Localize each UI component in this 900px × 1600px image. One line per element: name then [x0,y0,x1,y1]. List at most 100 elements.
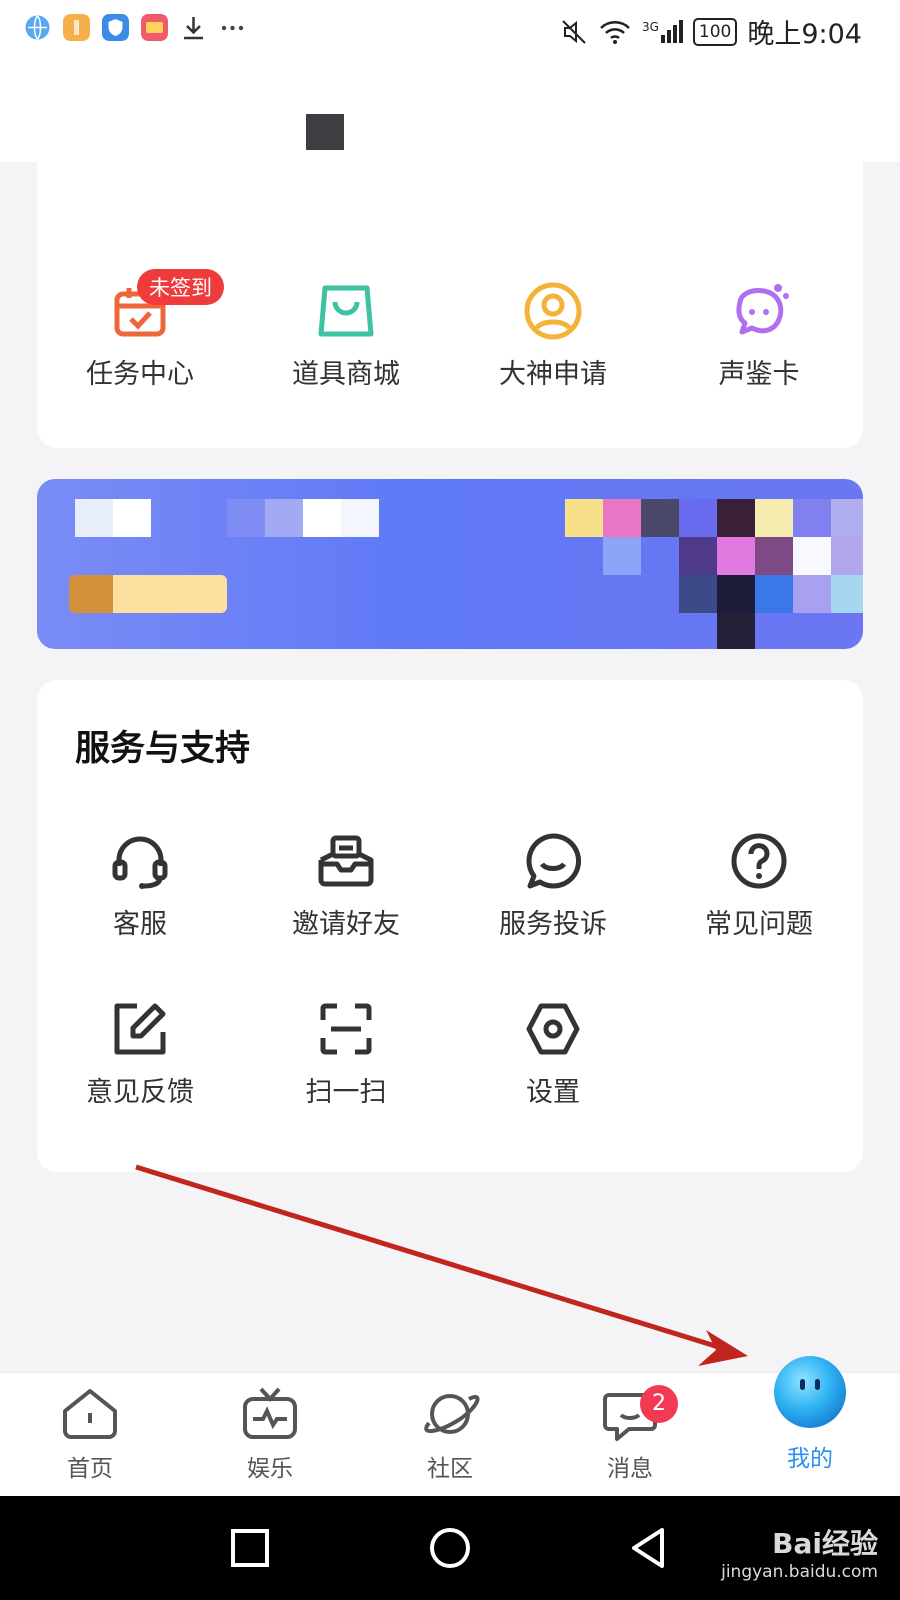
banner-mosaic [793,499,831,537]
banner-mosaic [679,499,717,537]
banner-mosaic [303,499,341,537]
nav-messages-label: 消息 [607,1456,653,1482]
back-button[interactable] [628,1526,668,1570]
banner-mosaic [793,537,831,575]
shopping-bag-icon [318,285,374,337]
banner-mosaic [679,575,717,613]
banner-mosaic [265,499,303,537]
banner-mosaic [831,537,863,575]
invite-mail-icon [318,835,374,887]
question-circle-icon [731,833,787,889]
notification-icons [24,14,246,41]
profile-header [0,62,900,190]
battery-indicator: 100 [692,17,738,46]
voice-card-icon [736,284,789,335]
banner-mosaic [603,537,641,575]
promo-banner[interactable] [37,479,863,649]
network-type: 3G [641,20,659,34]
profile-mosaic [306,114,344,152]
banner-mosaic [565,499,603,537]
mute-icon [562,19,586,44]
banner-mosaic [831,499,863,537]
feedback-label: 意见反馈 [86,1077,194,1108]
scan-label: 扫一扫 [305,1077,387,1108]
signal-icon: 3G [642,20,683,43]
wallet-app-icon [141,14,168,41]
nav-entertainment[interactable]: 娱乐 [200,1383,340,1483]
browser-icon [25,15,50,40]
status-bar: 3G 100 晚上9:04 [0,0,900,62]
avatar-blob-icon [774,1356,846,1428]
master-apply-label: 大神申请 [499,359,607,390]
quick-actions-card: 任务中心 未签到 道具商城 大神申请 声鉴卡 [37,150,863,448]
invite-friends-label: 邀请好友 [292,909,400,940]
tv-pulse-icon [243,1387,297,1439]
clock: 晚上9:04 [747,19,862,50]
unsigned-badge: 未签到 [137,269,224,305]
service-support-card: 服务与支持 客服 邀请好友 服务投诉 常见问题 意见反馈 扫一扫 设置 [37,680,863,1172]
customer-service-label: 客服 [113,909,167,940]
faq-label: 常见问题 [705,909,813,940]
wifi-icon [600,20,630,44]
nav-entertainment-label: 娱乐 [247,1456,293,1482]
prop-store-button[interactable]: 道具商城 [246,280,446,391]
edit-note-icon [114,1003,166,1055]
settings-hexagon-icon [526,1003,580,1055]
banner-mosaic [793,575,831,613]
home-icon [63,1389,117,1439]
voice-card-button[interactable]: 声鉴卡 [659,280,859,391]
nav-mine-label: 我的 [787,1446,833,1472]
banner-mosaic [227,499,265,537]
service-complaint-label: 服务投诉 [499,909,607,940]
system-nav-bar: Bai经验 jingyan.baidu.com [0,1496,900,1600]
banner-mosaic [717,537,755,575]
nav-mine[interactable]: 我的 [740,1353,880,1473]
user-circle-icon [524,282,582,340]
banner-mosaic [755,499,793,537]
invite-friends-button[interactable]: 邀请好友 [246,830,446,941]
nav-home-label: 首页 [67,1456,113,1482]
feedback-button[interactable]: 意见反馈 [40,998,240,1109]
master-apply-button[interactable]: 大神申请 [453,280,653,391]
service-complaint-button[interactable]: 服务投诉 [453,830,653,941]
prop-store-label: 道具商城 [292,359,400,390]
planet-icon [424,1394,480,1434]
bottom-nav: 首页 娱乐 社区 2 消息 我的 [0,1356,900,1497]
scan-button[interactable]: 扫一扫 [246,998,446,1109]
banner-mosaic [75,499,113,537]
home-button[interactable] [428,1526,472,1570]
voice-card-label: 声鉴卡 [718,359,800,390]
nav-community-label: 社区 [427,1456,473,1482]
message-count-badge: 2 [640,1385,678,1423]
customer-service-button[interactable]: 客服 [40,830,240,941]
banner-mosaic [679,537,717,575]
banner-mosaic [831,575,863,613]
headset-icon [112,836,168,889]
banner-cta[interactable] [69,575,227,613]
nav-community[interactable]: 社区 [380,1383,520,1483]
download-icon [184,17,203,40]
banner-mosaic [603,499,641,537]
watermark-main: Bai经验 [772,1527,878,1560]
banner-mosaic [717,499,755,537]
shield-app-icon [102,14,129,41]
banner-mosaic [717,575,755,613]
scan-icon [320,1003,372,1055]
nav-messages[interactable]: 2 消息 [560,1383,700,1483]
banner-mosaic [641,499,679,537]
task-center-label: 任务中心 [86,359,194,390]
watermark-sub: jingyan.baidu.com [721,1562,878,1582]
nav-home[interactable]: 首页 [20,1383,160,1483]
banner-mosaic [755,537,793,575]
notes-app-icon [63,14,90,41]
baidu-watermark: Bai经验 jingyan.baidu.com [721,1522,878,1582]
banner-mosaic [113,499,151,537]
recent-apps-button[interactable] [230,1528,270,1568]
banner-mosaic [755,575,793,613]
faq-button[interactable]: 常见问题 [659,830,859,941]
banner-mosaic [341,499,379,537]
chat-bubble-icon [526,833,582,889]
banner-mosaic [717,613,755,649]
section-title: 服务与支持 [75,729,251,769]
settings-button[interactable]: 设置 [453,998,653,1109]
